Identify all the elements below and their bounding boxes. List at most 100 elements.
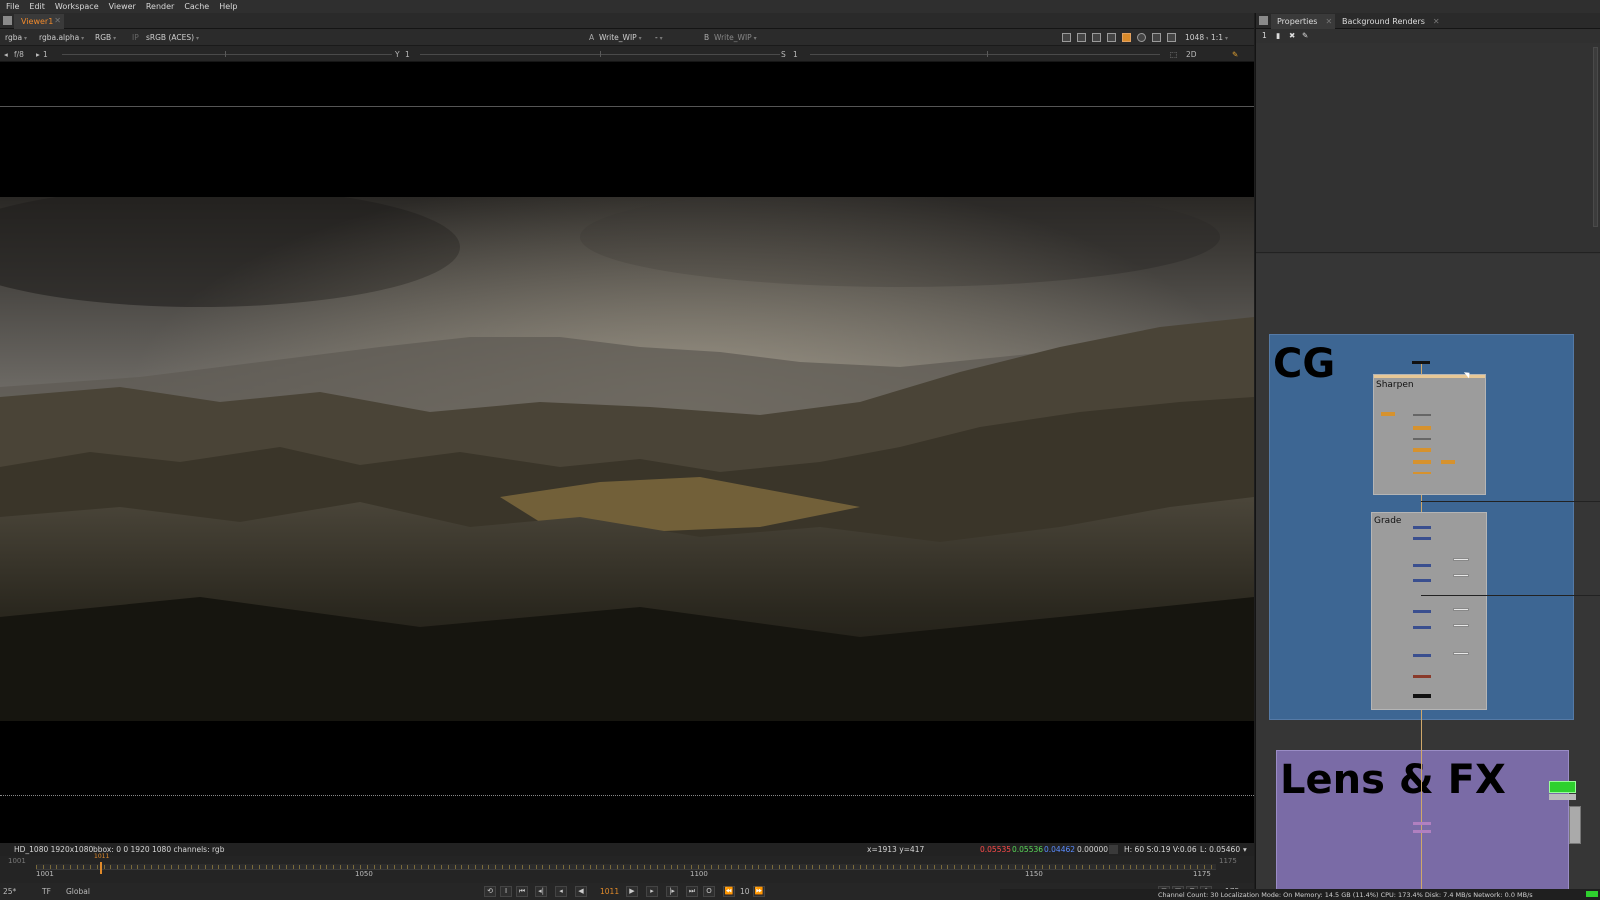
current-frame-field[interactable]: 1011: [600, 887, 619, 896]
grade-node[interactable]: [1413, 564, 1431, 567]
grade-node[interactable]: [1453, 558, 1469, 561]
channels-dropdown[interactable]: rgba: [2, 32, 30, 43]
playhead[interactable]: 1011: [94, 853, 109, 874]
lock-icon[interactable]: ▮: [1276, 31, 1280, 40]
fps-dropdown[interactable]: 25*: [3, 887, 16, 896]
clipping-icon[interactable]: [1092, 33, 1101, 42]
lens-node[interactable]: [1413, 822, 1431, 825]
edit-icon[interactable]: ✎: [1302, 31, 1308, 40]
overlay-icon[interactable]: [1107, 33, 1116, 42]
saturation-field[interactable]: 1: [793, 50, 798, 59]
bbox-icon[interactable]: ⬚: [1170, 50, 1177, 59]
pencil-icon[interactable]: ✎: [1232, 50, 1238, 59]
info-expand-icon[interactable]: ▾: [1243, 845, 1247, 854]
pane-menu-icon[interactable]: [3, 16, 12, 25]
saturation-slider-handle[interactable]: [987, 51, 988, 57]
grade-node[interactable]: [1453, 574, 1469, 577]
roi-icon[interactable]: [1062, 33, 1071, 42]
group-sharpen[interactable]: Sharpen: [1373, 374, 1486, 495]
mask-icon[interactable]: [1077, 33, 1086, 42]
composite-mode-dropdown[interactable]: -: [652, 32, 697, 43]
colorspace-dropdown[interactable]: sRGB (ACES): [143, 32, 283, 43]
menu-file[interactable]: File: [6, 2, 19, 11]
next-keyframe-button[interactable]: |▸: [666, 886, 678, 897]
alpha-channel-dropdown[interactable]: rgba.alpha: [36, 32, 88, 43]
timecode-dropdown[interactable]: TF: [42, 887, 51, 896]
gamma-field[interactable]: 1: [405, 50, 410, 59]
pause-icon[interactable]: [1167, 33, 1176, 42]
proxy-icon[interactable]: [1152, 33, 1161, 42]
range-dropdown[interactable]: Global: [66, 887, 90, 896]
menu-viewer[interactable]: Viewer: [109, 2, 136, 11]
play-icon[interactable]: ▸: [36, 50, 40, 59]
grade-node[interactable]: [1413, 526, 1431, 529]
clear-panels-icon[interactable]: ✖: [1289, 31, 1295, 40]
view-mode-dropdown[interactable]: 2D: [1186, 50, 1197, 59]
gain-slider[interactable]: [62, 54, 392, 55]
close-icon[interactable]: ✕: [1325, 17, 1332, 26]
gamma-slider-handle[interactable]: [600, 51, 601, 57]
viewer-node-label[interactable]: [1549, 794, 1576, 800]
sharpen-node[interactable]: [1441, 460, 1455, 464]
sharpen-node[interactable]: [1413, 472, 1431, 474]
viewer-canvas[interactable]: [0, 62, 1254, 843]
input-a-dropdown[interactable]: Write_WIP: [596, 32, 645, 43]
first-frame-button[interactable]: ⏮: [516, 886, 528, 897]
close-icon[interactable]: ✕: [54, 16, 61, 25]
sharpen-merge-node[interactable]: [1413, 414, 1431, 416]
lens-node[interactable]: [1413, 830, 1431, 833]
sharpen-merge-node[interactable]: [1413, 438, 1431, 440]
close-icon[interactable]: ✕: [1433, 17, 1440, 26]
step-forward-button[interactable]: ▸: [646, 886, 658, 897]
tab-viewer1[interactable]: Viewer1 ✕: [14, 14, 64, 29]
menu-help[interactable]: Help: [219, 2, 237, 11]
grade-node[interactable]: [1413, 537, 1431, 540]
lut-icon[interactable]: [1122, 33, 1131, 42]
grade-node[interactable]: [1453, 624, 1469, 627]
out-point-button[interactable]: O: [703, 886, 715, 897]
prev-icon[interactable]: ◂: [4, 50, 8, 59]
node-graph[interactable]: CG Sharpen Grade Lens & FX: [1256, 254, 1600, 900]
timeline[interactable]: 1001 1011 1001 1050 1100 1150 1175 1175: [0, 853, 1254, 883]
properties-scrollbar[interactable]: [1593, 47, 1598, 227]
menu-render[interactable]: Render: [146, 2, 174, 11]
last-frame-button[interactable]: ⏭: [686, 886, 698, 897]
gain-field[interactable]: 1: [43, 50, 48, 59]
pane-menu-icon[interactable]: [1259, 16, 1268, 25]
sharpen-node[interactable]: [1413, 426, 1431, 430]
menu-edit[interactable]: Edit: [29, 2, 45, 11]
menu-workspace[interactable]: Workspace: [55, 2, 99, 11]
minimap[interactable]: [1569, 806, 1581, 844]
zoom-ratio-dropdown[interactable]: 1:1: [1208, 32, 1231, 43]
grade-node[interactable]: [1453, 652, 1469, 655]
grade-node[interactable]: [1413, 654, 1431, 657]
viewer-node[interactable]: [1549, 781, 1576, 793]
output-node[interactable]: [1413, 694, 1431, 698]
in-point-button[interactable]: I: [500, 886, 512, 897]
tab-properties[interactable]: Properties ✕: [1271, 14, 1335, 29]
backdrop-lens-fx[interactable]: Lens & FX: [1276, 750, 1569, 900]
tab-background-renders[interactable]: Background Renders ✕: [1336, 14, 1446, 29]
grade-node[interactable]: [1453, 608, 1469, 611]
max-panels-field[interactable]: 1: [1262, 31, 1267, 40]
grade-node[interactable]: [1413, 626, 1431, 629]
loop-icon[interactable]: ⟲: [484, 886, 496, 897]
gain-slider-handle[interactable]: [225, 51, 226, 57]
prev-keyframe-button[interactable]: ◂|: [535, 886, 547, 897]
skip-forward-button[interactable]: ⏩: [753, 886, 765, 897]
menu-cache[interactable]: Cache: [184, 2, 209, 11]
input-b-dropdown[interactable]: Write_WIP: [711, 32, 760, 43]
saturation-slider[interactable]: [810, 54, 1160, 55]
grade-node[interactable]: [1413, 675, 1431, 678]
ip-icon[interactable]: IP: [132, 33, 139, 42]
sharpen-node[interactable]: [1381, 412, 1395, 416]
step-back-button[interactable]: ◂: [555, 886, 567, 897]
display-channels-dropdown[interactable]: RGB: [92, 32, 120, 43]
sharpen-node[interactable]: [1413, 460, 1431, 464]
play-backward-button[interactable]: ◀: [575, 886, 587, 897]
grade-node[interactable]: [1413, 579, 1431, 582]
grade-node[interactable]: [1413, 610, 1431, 613]
increment-field[interactable]: 10: [740, 887, 750, 896]
play-forward-button[interactable]: ▶: [626, 886, 638, 897]
refresh-icon[interactable]: [1137, 33, 1146, 42]
